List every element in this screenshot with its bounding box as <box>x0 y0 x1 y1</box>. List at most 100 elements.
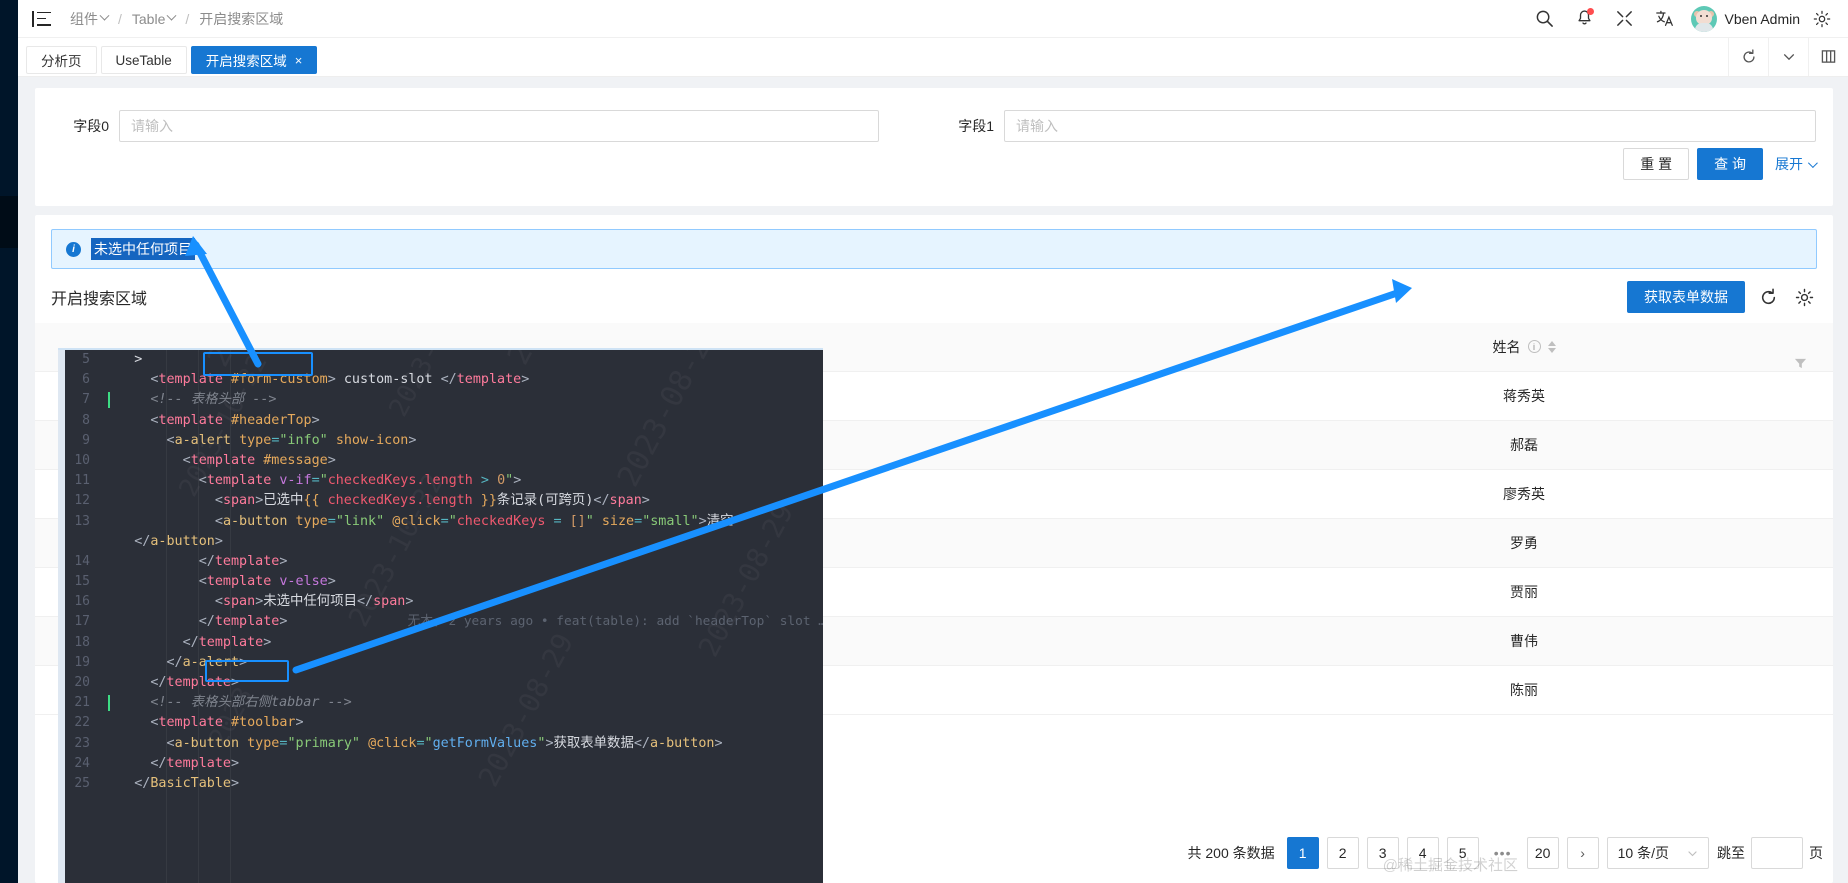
chevron-down-icon[interactable] <box>1768 37 1808 76</box>
field1-input[interactable] <box>1004 110 1816 142</box>
line-number: 25 <box>74 775 90 791</box>
avatar <box>1690 5 1717 32</box>
column-setting-icon[interactable] <box>1808 37 1848 76</box>
line-number: 10 <box>74 452 90 468</box>
code-line: 25 </BasicTable> <box>58 774 823 794</box>
sidebar-rail-active-segment <box>0 196 18 248</box>
code-text: <a-alert type="info" show-icon> <box>102 432 417 448</box>
code-line: 20 </template> <box>58 673 823 693</box>
code-line: 15 <template v-else> <box>58 572 823 592</box>
bell-icon[interactable] <box>1565 0 1605 38</box>
line-number: 7 <box>82 392 90 408</box>
line-number: 13 <box>74 513 90 529</box>
field0-input[interactable] <box>119 110 879 142</box>
code-line: 8 <template #headerTop> <box>58 411 823 431</box>
menu-fold-icon[interactable] <box>32 10 52 27</box>
help-icon[interactable]: i <box>1527 340 1541 354</box>
code-line: </a-button> <box>58 532 823 552</box>
cell-name: 廖秀英 <box>1215 469 1833 519</box>
page-size-label: 10 条/页 <box>1617 845 1669 861</box>
code-line: 22 <template #toolbar> <box>58 713 823 733</box>
close-icon[interactable]: × <box>295 53 303 68</box>
th-name[interactable]: 姓名 i <box>1215 323 1833 373</box>
breadcrumb-label: Table <box>131 10 166 27</box>
search-icon[interactable] <box>1525 0 1565 38</box>
header-actions: Vben Admin <box>1525 0 1835 38</box>
table-header-row: 开启搜索区域 获取表单数据 <box>35 269 1833 323</box>
code-line: 6 <template #form-custom> custom-slot </… <box>58 370 823 390</box>
code-text: <span>已选中{{ checkedKeys.length }}条记录(可跨页… <box>102 493 650 509</box>
page-20[interactable]: 20 <box>1526 837 1559 869</box>
code-text: <a-button type="link" @click="checkedKey… <box>102 513 734 529</box>
translate-icon[interactable] <box>1645 0 1685 38</box>
breadcrumb-item-components[interactable]: 组件 <box>68 9 110 29</box>
cell-name: 蒋秀英 <box>1215 371 1833 421</box>
code-line: 19 </a-alert> <box>58 653 823 673</box>
line-number: 23 <box>74 735 90 751</box>
reload-icon[interactable] <box>1755 284 1781 310</box>
jump-input[interactable] <box>1751 837 1803 869</box>
jump-to-page: 跳至 页 <box>1717 837 1823 869</box>
table-title: 开启搜索区域 <box>51 291 148 308</box>
expand-toggle[interactable]: 展开 <box>1771 154 1819 174</box>
code-line: 10 <template #message> <box>58 451 823 471</box>
code-line: 11 <template v-if="checkedKeys.length > … <box>58 471 823 491</box>
tab-search-area[interactable]: 开启搜索区域 × <box>190 46 318 74</box>
gear-icon[interactable] <box>1791 284 1817 310</box>
breadcrumb: 组件 / Table / 开启搜索区域 <box>68 9 285 29</box>
reset-button[interactable]: 重 置 <box>1623 148 1690 180</box>
line-number: 22 <box>74 715 90 731</box>
code-text: <a-button type="primary" @click="getForm… <box>102 735 723 751</box>
code-editor-overlay: 2023 2023-08-29-1 2023-08-29 2023-08-29 … <box>58 348 823 883</box>
cell-name: 曹伟 <box>1215 616 1833 666</box>
code-line: 24 </template> <box>58 754 823 774</box>
code-text: </BasicTable> <box>102 775 240 791</box>
search-form-card: 字段0 字段1 重 置 查 询 展开 <box>35 88 1833 206</box>
page-2[interactable]: 2 <box>1326 837 1359 869</box>
line-number: 17 <box>74 614 90 630</box>
app-header: 组件 / Table / 开启搜索区域 Vben Admin <box>18 0 1848 38</box>
line-number: 15 <box>74 574 90 590</box>
get-form-values-button[interactable]: 获取表单数据 <box>1627 281 1745 313</box>
site-watermark: @稀土掘金技术社区 <box>1382 857 1518 874</box>
line-number: 24 <box>74 755 90 771</box>
tab-analysis[interactable]: 分析页 <box>26 46 97 74</box>
user-menu[interactable]: Vben Admin <box>1685 5 1811 32</box>
tab-label: 分析页 <box>41 54 82 69</box>
username: Vben Admin <box>1724 10 1801 27</box>
query-button[interactable]: 查 询 <box>1697 148 1763 180</box>
cell-name: 郝磊 <box>1215 420 1833 470</box>
line-number: 20 <box>74 675 90 690</box>
code-text: <template #form-custom> custom-slot </te… <box>102 372 530 388</box>
chevron-down-icon <box>166 10 177 21</box>
column-label: 姓名 <box>1492 338 1521 355</box>
page-1[interactable]: 1 <box>1286 837 1319 869</box>
page-size-select[interactable]: 10 条/页 <box>1606 837 1709 869</box>
highlight-box-toolbar <box>205 660 289 682</box>
form-label-field0: 字段0 <box>73 118 109 134</box>
breadcrumb-item-table[interactable]: Table <box>130 11 177 27</box>
filter-icon[interactable] <box>1794 357 1807 373</box>
breadcrumb-label: 组件 <box>70 10 98 27</box>
info-circle-icon: i <box>66 241 81 257</box>
reload-icon[interactable] <box>1728 37 1768 76</box>
line-number: 9 <box>82 432 90 448</box>
table-toolbar: 获取表单数据 <box>1627 281 1817 313</box>
code-text: </a-button> <box>102 533 223 549</box>
code-line: 17 </template> 无木, 2 years ago • feat(tab… <box>58 612 823 632</box>
code-line: 7 <!-- 表格头部 --> <box>58 390 823 410</box>
highlight-box-headertop <box>203 352 313 376</box>
line-number: 11 <box>74 473 90 489</box>
git-blame-annotation: 无木, 2 years ago • feat(table): add `head… <box>407 614 823 630</box>
gear-icon[interactable] <box>1810 0 1834 38</box>
tab-usetable[interactable]: UseTable <box>100 46 187 74</box>
fullscreen-icon[interactable] <box>1605 0 1645 38</box>
code-line: 21 <!-- 表格头部右侧tabbar --> <box>58 693 823 713</box>
next-page-button[interactable]: › <box>1566 837 1599 869</box>
code-text: </template> <box>102 553 288 569</box>
code-line: 14 </template> <box>58 552 823 572</box>
breadcrumb-item-current: 开启搜索区域 <box>199 10 284 27</box>
code-line: 12 <span>已选中{{ checkedKeys.length }}条记录(… <box>58 491 823 511</box>
sorter-icon[interactable] <box>1547 340 1556 353</box>
tab-label: 开启搜索区域 <box>205 54 287 69</box>
